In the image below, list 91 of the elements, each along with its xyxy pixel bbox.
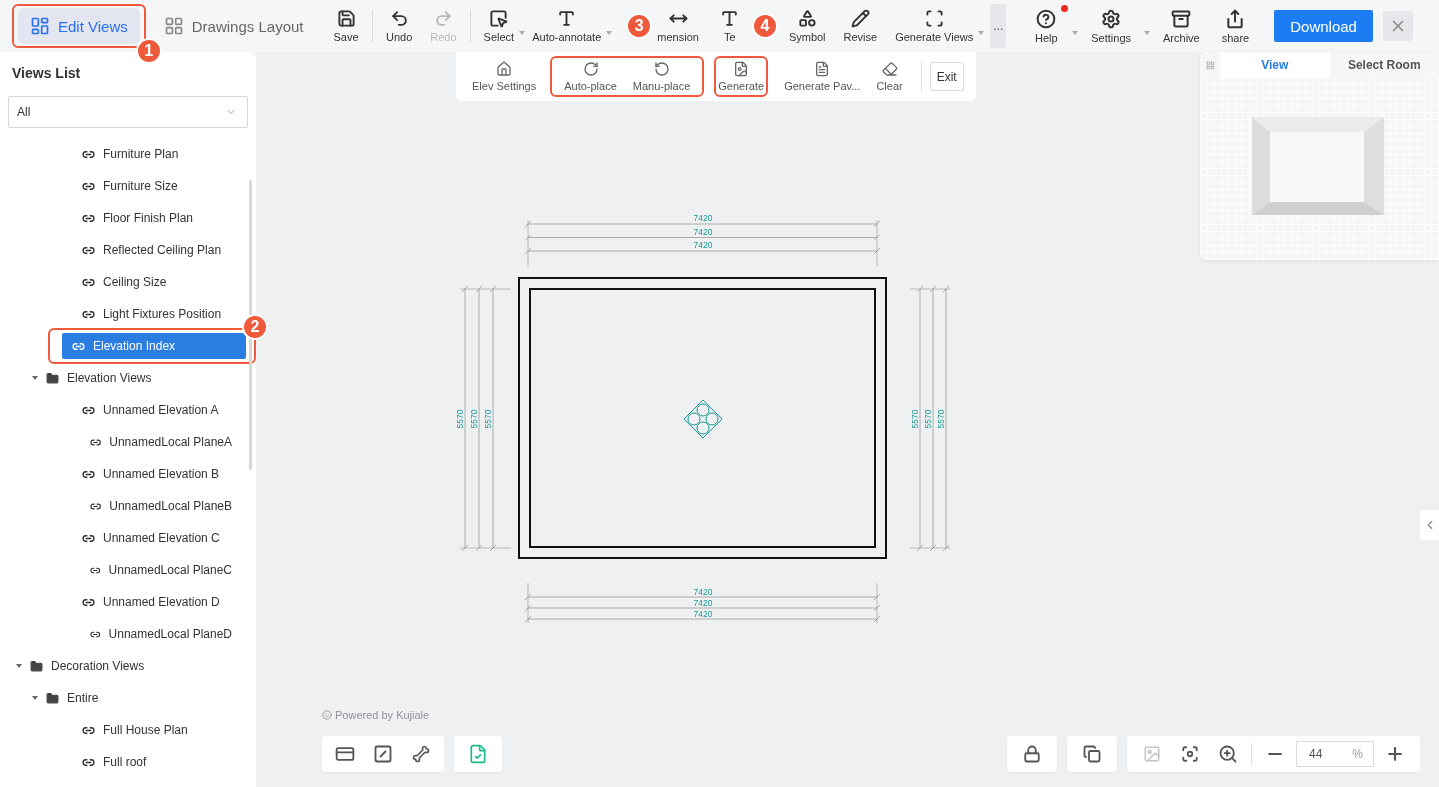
eraser-icon [881, 61, 898, 77]
scrollbar[interactable] [249, 180, 252, 470]
dimension-text: 5570 [483, 409, 493, 429]
close-button[interactable] [1382, 11, 1413, 41]
undo-icon [389, 9, 409, 28]
toolbar-button[interactable]: Elev Settings [464, 61, 545, 92]
scan-icon [924, 9, 944, 28]
smiley-icon [322, 710, 332, 720]
zoom-input[interactable]: 44 % [1296, 741, 1374, 767]
dimension-text: 7420 [693, 609, 713, 619]
dimension-text: 5570 [469, 409, 479, 429]
toolbar-button[interactable]: Generate [716, 61, 767, 92]
tree-item[interactable]: Furniture Plan [72, 141, 232, 167]
toolbar-button[interactable]: Help [1024, 8, 1069, 44]
tree-item[interactable]: UnnamedLocal PlaneD [80, 621, 232, 647]
file-icon [733, 61, 750, 77]
dimension-text: 5570 [936, 409, 946, 429]
tree-item[interactable]: Light Fixtures Position [72, 301, 232, 327]
dimension-text: 7420 [693, 240, 713, 250]
toolbar-button[interactable]: share [1212, 8, 1259, 44]
tree-item[interactable]: Full roof [72, 749, 232, 775]
rotate-icon [582, 61, 599, 77]
tree-item[interactable]: Ceiling Size [72, 269, 232, 295]
tree-item[interactable]: Furniture Size [72, 173, 232, 199]
save-icon [336, 9, 356, 28]
tree-item[interactable]: Reflected Ceiling Plan [72, 237, 232, 263]
toolbar-button[interactable]: Settings [1082, 8, 1140, 44]
toolbar-button[interactable]: Generate Views [886, 9, 983, 43]
tree-item[interactable]: UnnamedLocal PlaneC [80, 557, 232, 583]
shapes-icon [797, 9, 817, 28]
text-icon [720, 9, 740, 28]
tree-item[interactable]: Elevation Index [62, 333, 246, 359]
share-icon [1225, 8, 1246, 29]
toolbar-button[interactable]: Revise [834, 9, 887, 43]
folder-icon [46, 371, 59, 385]
toolbar-button[interactable]: Symbol [779, 9, 835, 43]
layout-icon [30, 16, 50, 36]
dimension-text: 7420 [693, 213, 713, 223]
step-number-badge: 3 [626, 13, 653, 39]
archive-icon [1171, 8, 1192, 29]
exit-button[interactable]: Exit [929, 62, 964, 91]
folder-icon [30, 659, 43, 673]
toolbar-button[interactable]: Select [474, 9, 524, 43]
tree-item[interactable]: Unnamed Elevation B [72, 461, 232, 487]
tree-item[interactable]: Unnamed Elevation A [72, 397, 232, 423]
more-button[interactable]: ... [990, 4, 1007, 48]
minimap-tab[interactable]: View [1220, 52, 1330, 78]
dimension-text: 5570 [923, 409, 933, 429]
panel-title: Views List [11, 64, 82, 83]
layout-icon [163, 16, 184, 36]
download-button[interactable]: Download [1274, 10, 1373, 42]
step-number-badge: 2 [242, 314, 268, 340]
toolbar-button[interactable]: Auto-place [556, 61, 625, 92]
tree-folder[interactable]: Elevation Views [46, 365, 222, 391]
filter-select[interactable]: All [8, 96, 248, 128]
tree-item[interactable]: UnnamedLocal PlaneB [80, 493, 232, 519]
folder-icon [46, 691, 59, 705]
tree-folder[interactable]: Decoration Views [30, 653, 222, 679]
powered-by-text: Powered by Kujiale [335, 709, 430, 721]
toolbar-button[interactable]: Auto-annotate [523, 9, 611, 43]
toolbar-button[interactable]: Undo [377, 9, 422, 43]
tree-item[interactable]: UnnamedLocal PlaneA [80, 429, 232, 455]
tree-item[interactable]: Unnamed Elevation C [72, 525, 232, 551]
file-icon [814, 61, 831, 77]
rotate-icon [653, 61, 670, 77]
house-icon [496, 61, 513, 77]
toolbar-button[interactable]: Clear [868, 61, 911, 92]
toolbar-button[interactable]: Manu-place [624, 61, 699, 92]
tree-folder[interactable]: Entire [46, 685, 222, 711]
tree-item[interactable]: Full House Plan [72, 717, 232, 743]
step-number-badge: 4 [751, 13, 778, 39]
dimension-text: 7420 [693, 226, 713, 237]
pencil-icon [850, 9, 870, 28]
minimap-tab[interactable]: Select Room [1329, 52, 1439, 78]
tree-item[interactable]: Unnamed Elevation D [72, 589, 232, 615]
text-icon [557, 9, 577, 28]
redo-icon [433, 9, 453, 28]
help-icon [1036, 8, 1057, 29]
toolbar-button[interactable]: Save [324, 9, 368, 43]
elevation-index-symbol[interactable] [683, 399, 723, 439]
dimension-text: 7420 [693, 598, 713, 608]
tree-item[interactable]: Floor Finish Plan [72, 205, 232, 231]
dimension-text: 5570 [455, 409, 465, 429]
toolbar-button[interactable]: Generate Pav... [776, 61, 869, 92]
cursor-icon [489, 9, 509, 28]
toolbar-button[interactable]: Te [707, 9, 752, 43]
dimension-text: 7420 [693, 587, 713, 597]
settings-icon [1101, 8, 1122, 29]
mode-tab[interactable]: Edit Views [18, 8, 140, 44]
dimension-text: 5570 [910, 409, 920, 429]
toolbar-button[interactable]: Archive [1154, 8, 1209, 44]
